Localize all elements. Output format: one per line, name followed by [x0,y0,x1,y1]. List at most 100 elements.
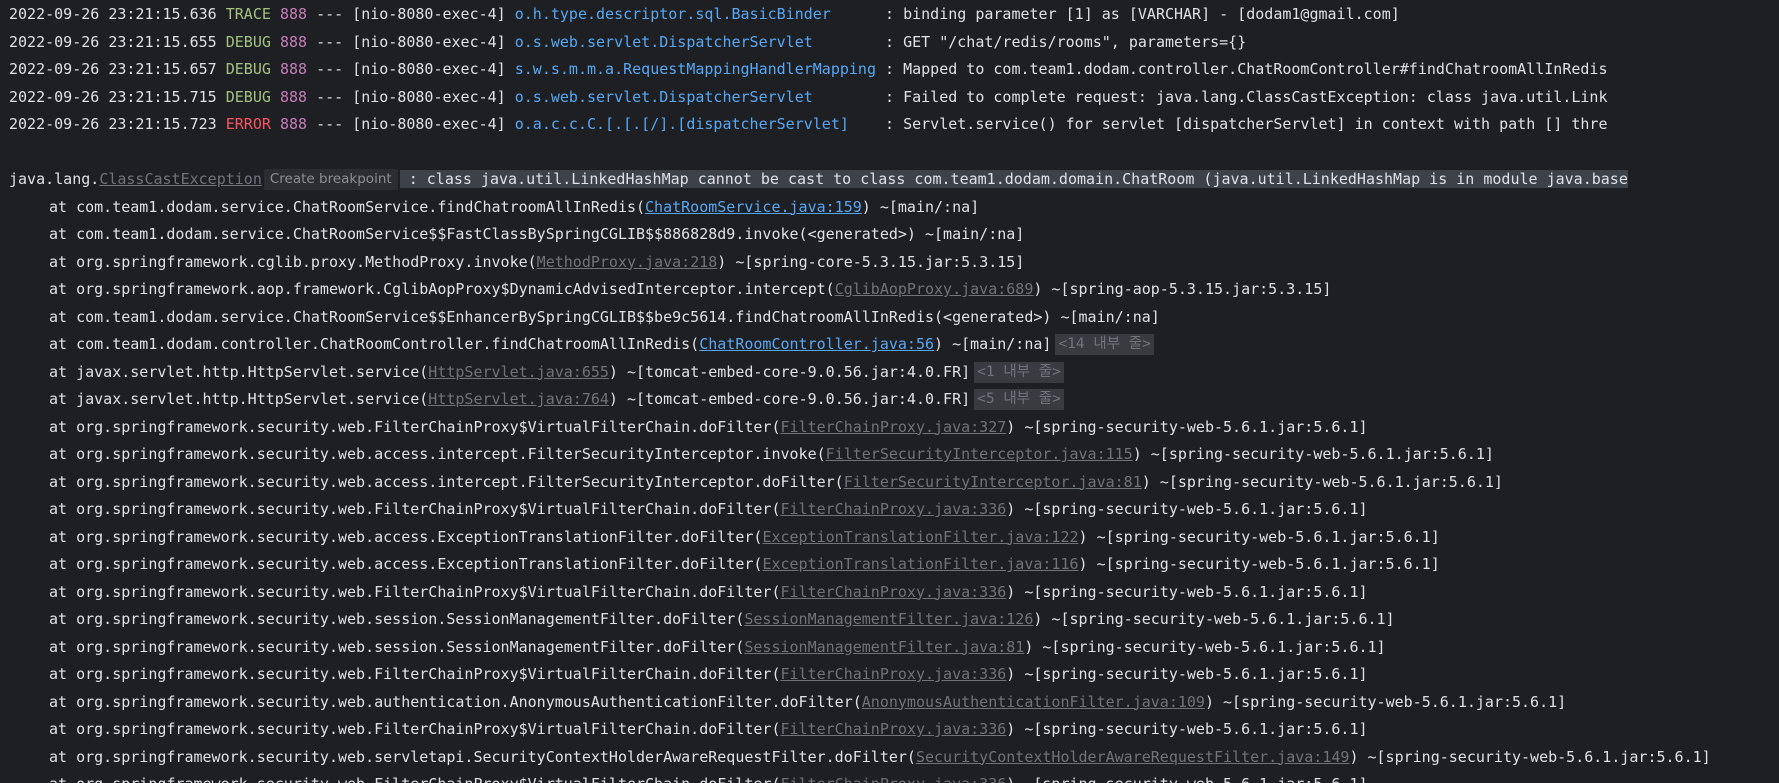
stack-frame: at org.springframework.security.web.Filt… [0,771,1779,783]
source-file-link[interactable]: ChatRoomService.java:159 [645,198,862,216]
stack-frame: at org.springframework.security.web.acce… [0,469,1779,497]
stack-frame: at com.team1.dodam.service.ChatRoomServi… [0,221,1779,249]
source-file-link[interactable]: FilterChainProxy.java:336 [781,583,1007,601]
source-file-link[interactable]: ExceptionTranslationFilter.java:122 [762,528,1078,546]
log-thread: [nio-8080-exec-4] [352,115,506,133]
stack-frame-jar: ) ~[spring-security-web-5.6.1.jar:5.6.1] [1078,527,1440,546]
source-file-link[interactable]: SessionManagementFilter.java:81 [744,638,1024,656]
stack-frame: at com.team1.dodam.service.ChatRoomServi… [0,194,1779,222]
create-breakpoint-tooltip[interactable]: Create breakpoint [263,169,398,190]
source-file-link[interactable]: ChatRoomController.java:56 [699,335,934,353]
exception-class-link[interactable]: ClassCastException [99,170,262,188]
log-message: : Failed to complete request: java.lang.… [885,87,1608,106]
log-timestamp: 2022-09-26 23:21:15.657 [9,60,217,78]
stack-frame-jar: ) ~[spring-core-5.3.15.jar:5.3.15] [717,252,1025,271]
stack-frame-method: at javax.servlet.http.HttpServlet.servic… [49,362,429,381]
log-timestamp: 2022-09-26 23:21:15.655 [9,32,217,51]
log-level: TRACE [225,5,271,23]
stack-frame-method: at org.springframework.cglib.proxy.Metho… [49,252,537,271]
stack-frame-method: at org.springframework.security.web.sess… [49,610,745,628]
stack-frame-method: at org.springframework.security.web.Filt… [49,500,781,518]
log-separator: --- [316,60,344,78]
source-file-link[interactable]: FilterChainProxy.java:336 [781,775,1007,783]
stack-frame: at org.springframework.security.web.Filt… [0,496,1779,524]
log-line: 2022-09-26 23:21:15.715 DEBUG 888 --- [n… [0,84,1779,112]
log-logger: o.h.type.descriptor.sql.BasicBinder [514,5,876,23]
stack-frame-method: at org.springframework.security.web.acce… [49,555,763,573]
log-logger: o.s.web.servlet.DispatcherServlet [514,32,876,51]
log-pid: 888 [279,32,308,51]
source-file-link[interactable]: FilterChainProxy.java:336 [781,665,1007,683]
source-file-link[interactable]: FilterSecurityInterceptor.java:115 [826,445,1133,463]
source-file-link[interactable]: HttpServlet.java:764 [428,390,609,408]
stack-frame-method: at com.team1.dodam.service.ChatRoomServi… [49,197,646,216]
source-file-link[interactable]: ExceptionTranslationFilter.java:116 [762,555,1078,573]
stack-frame: at org.springframework.cglib.proxy.Metho… [0,249,1779,277]
log-message: : Servlet.service() for servlet [dispatc… [885,115,1608,133]
stack-frame-method: at org.springframework.security.web.Filt… [49,775,781,783]
source-file-link[interactable]: MethodProxy.java:218 [537,253,718,271]
folded-internal-lines[interactable]: <1 내부 줄> [974,361,1064,383]
source-file-link[interactable]: FilterChainProxy.java:336 [781,500,1007,518]
stack-frame-method: at org.springframework.security.web.acce… [49,527,763,546]
stack-frame: at org.springframework.security.web.Filt… [0,716,1779,744]
source-file-link[interactable]: AnonymousAuthenticationFilter.java:109 [862,693,1205,711]
stack-frame-method: at javax.servlet.http.HttpServlet.servic… [49,390,429,408]
source-file-link[interactable]: HttpServlet.java:655 [428,363,609,381]
stack-frame: at com.team1.dodam.service.ChatRoomServi… [0,304,1779,332]
stack-frame-jar: ) ~[main/:na] [934,335,1052,353]
stack-frame-jar: ) ~[spring-security-web-5.6.1.jar:5.6.1] [1132,445,1494,463]
stack-frame-method: at org.springframework.security.web.Filt… [49,720,781,738]
source-file-link[interactable]: SecurityContextHolderAwareRequestFilter.… [916,748,1349,766]
log-message: : GET "/chat/redis/rooms", parameters={} [885,32,1247,51]
stack-frame: at org.springframework.security.web.serv… [0,744,1779,772]
log-separator: --- [316,32,344,51]
stack-frame: at com.team1.dodam.controller.ChatRoomCo… [0,331,1779,359]
folded-internal-lines[interactable]: <14 내부 줄> [1055,334,1154,355]
stack-frame-jar: ) ~[spring-security-web-5.6.1.jar:5.6.1] [1349,747,1711,766]
log-separator: --- [316,5,344,23]
source-file-link[interactable]: FilterChainProxy.java:336 [781,720,1007,738]
log-separator: --- [316,87,344,106]
stack-frame-method: at org.springframework.security.web.sess… [49,637,745,656]
stack-frame-method: at com.team1.dodam.service.ChatRoomServi… [49,307,1160,326]
log-message: : Mapped to com.team1.dodam.controller.C… [885,60,1608,78]
exception-prefix: java.lang. [9,170,100,188]
stack-frame: at javax.servlet.http.HttpServlet.servic… [0,359,1779,387]
stack-frame-method: at org.springframework.security.web.acce… [49,445,826,463]
stack-frame-jar: ) ~[spring-security-web-5.6.1.jar:5.6.1] [1006,582,1368,601]
stack-frame-jar: ) ~[spring-security-web-5.6.1.jar:5.6.1] [1204,692,1567,711]
log-thread: [nio-8080-exec-4] [352,60,506,78]
source-file-link[interactable]: FilterChainProxy.java:327 [781,418,1007,436]
folded-internal-lines[interactable]: <5 내부 줄> [974,389,1064,410]
log-line: 2022-09-26 23:21:15.655 DEBUG 888 --- [n… [0,29,1779,57]
log-timestamp: 2022-09-26 23:21:15.723 [9,115,217,133]
log-timestamp: 2022-09-26 23:21:15.636 [9,5,217,23]
log-line: 2022-09-26 23:21:15.723 ERROR 888 --- [n… [0,111,1779,139]
stack-frame-jar: ) ~[main/:na] [861,197,980,216]
log-thread: [nio-8080-exec-4] [352,87,506,106]
log-pid: 888 [279,60,308,78]
stack-frame-jar: ) ~[tomcat-embed-core-9.0.56.jar:4.0.FR] [608,362,971,381]
source-file-link[interactable]: FilterSecurityInterceptor.java:81 [844,473,1142,491]
stack-frame-method: at com.team1.dodam.controller.ChatRoomCo… [49,335,700,353]
log-thread: [nio-8080-exec-4] [352,32,506,51]
stack-frame: at org.springframework.security.web.Filt… [0,579,1779,607]
stack-frame: at org.springframework.aop.framework.Cgl… [0,276,1779,304]
log-separator: --- [316,115,344,133]
source-file-link[interactable]: SessionManagementFilter.java:126 [744,610,1033,628]
log-line: 2022-09-26 23:21:15.636 TRACE 888 --- [n… [0,1,1779,29]
console-output[interactable]: 2022-09-26 23:21:15.636 TRACE 888 --- [n… [0,0,1779,783]
stack-frame-jar: ) ~[tomcat-embed-core-9.0.56.jar:4.0.FR] [608,390,971,408]
stack-frame-jar: ) ~[spring-security-web-5.6.1.jar:5.6.1] [1033,610,1395,628]
stack-frame-jar: ) ~[spring-security-web-5.6.1.jar:5.6.1] [1006,720,1368,738]
stack-frame: at org.springframework.security.web.acce… [0,551,1779,579]
log-pid: 888 [279,87,308,106]
stack-frame: at org.springframework.security.web.sess… [0,606,1779,634]
source-file-link[interactable]: CglibAopProxy.java:689 [835,280,1034,298]
stack-frame: at org.springframework.security.web.Filt… [0,661,1779,689]
stack-frame: at org.springframework.security.web.acce… [0,524,1779,552]
stack-frame-method: at org.springframework.security.web.Filt… [49,417,781,436]
stack-frame-method: at org.springframework.security.web.Filt… [49,582,781,601]
